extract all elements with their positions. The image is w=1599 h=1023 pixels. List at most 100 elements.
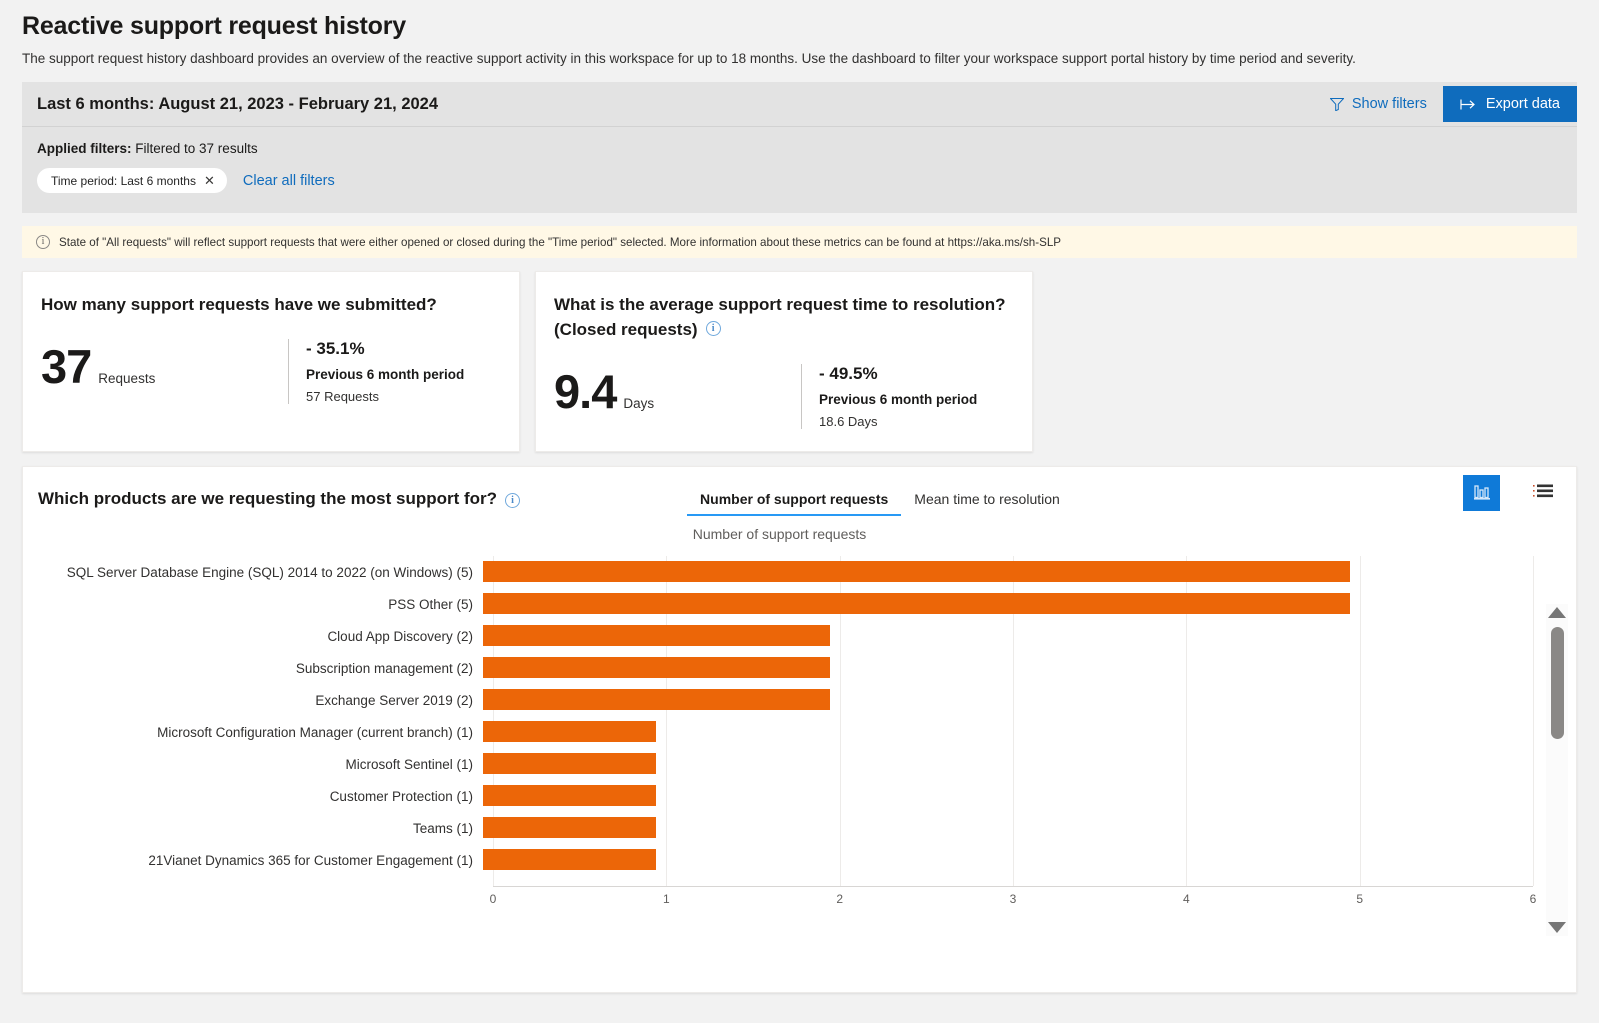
table-view-button[interactable] <box>1524 475 1561 511</box>
bar-chart-icon <box>1472 482 1492 504</box>
info-icon[interactable]: i <box>505 493 521 508</box>
chart-bar-track <box>483 588 1523 620</box>
filter-panel: Last 6 months: August 21, 2023 - Februar… <box>22 82 1577 213</box>
kpi-previous-label: Previous 6 month period <box>306 367 465 382</box>
kpi-unit: Days <box>623 396 655 411</box>
scroll-down-arrow-icon[interactable] <box>1548 922 1566 933</box>
chart-bar-track <box>483 716 1523 748</box>
chart-bar-label: Cloud App Discovery (2) <box>327 628 473 644</box>
chart-x-tick-label: 4 <box>1182 892 1190 906</box>
clear-all-filters-link[interactable]: Clear all filters <box>243 173 335 189</box>
kpi-card-row: How many support requests have we submit… <box>22 271 1577 452</box>
chart-bar[interactable] <box>483 593 1350 614</box>
kpi-question: What is the average support request time… <box>554 292 1014 342</box>
chart-tabs: Number of support requests Mean time to … <box>687 489 1073 516</box>
kpi-question: How many support requests have we submit… <box>41 292 501 317</box>
chart-bar[interactable] <box>483 721 657 742</box>
chart-bar-track <box>483 684 1523 716</box>
chart-bar-track <box>483 556 1523 588</box>
list-view-icon <box>1532 483 1554 504</box>
filter-chip-time-period[interactable]: Time period: Last 6 months ✕ <box>37 168 227 193</box>
chart-bar-label: Teams (1) <box>412 820 473 836</box>
chart-bar-row[interactable]: Exchange Server 2019 (2) <box>23 684 1576 716</box>
chart-bar[interactable] <box>483 625 830 646</box>
chart-plot: SQL Server Database Engine (SQL) 2014 to… <box>23 556 1576 906</box>
kpi-unit: Requests <box>98 371 156 386</box>
scroll-up-arrow-icon[interactable] <box>1548 607 1566 618</box>
dashboard-page: Reactive support request history The sup… <box>0 0 1599 1023</box>
chart-bar-row[interactable]: Microsoft Sentinel (1) <box>23 748 1576 780</box>
chart-x-axis: 0 1 2 3 4 5 6 <box>489 892 1537 912</box>
chart-bar-row[interactable]: Customer Protection (1) <box>23 780 1576 812</box>
chart-bar-track <box>483 812 1523 844</box>
chart-bar-row[interactable]: PSS Other (5) <box>23 588 1576 620</box>
filter-panel-body: Applied filters: Filtered to 37 results … <box>22 127 1577 213</box>
chart-x-tick-label: 3 <box>1009 892 1017 906</box>
chart-bar[interactable] <box>483 849 657 870</box>
kpi-previous-label: Previous 6 month period <box>819 392 978 407</box>
kpi-main-value-group: 9.4 Days <box>554 364 801 419</box>
export-icon <box>1460 99 1477 110</box>
chart-bar-row[interactable]: Microsoft Configuration Manager (current… <box>23 716 1576 748</box>
chart-bar-row[interactable]: 21Vianet Dynamics 365 for Customer Engag… <box>23 844 1576 876</box>
chart-bar-label: SQL Server Database Engine (SQL) 2014 to… <box>66 564 473 580</box>
kpi-card-requests-submitted: How many support requests have we submit… <box>22 271 520 452</box>
chart-area: Number of support requests SQL Server Da… <box>23 526 1576 946</box>
chart-bar[interactable] <box>483 753 657 774</box>
chart-x-tick-label: 6 <box>1529 892 1537 906</box>
kpi-value: 37 <box>41 340 92 393</box>
chart-bar-track <box>483 748 1523 780</box>
chart-card-header: Which products are we requesting the mos… <box>23 467 1576 516</box>
chart-x-tick-label: 0 <box>489 892 497 906</box>
chart-axis-line <box>493 886 1533 887</box>
info-icon: i <box>36 235 50 249</box>
chart-bar-track <box>483 652 1523 684</box>
kpi-question-suffix: (Closed requests) <box>554 320 698 339</box>
filter-chips-row: Time period: Last 6 months ✕ Clear all f… <box>37 168 1562 193</box>
kpi-question-text: How many support requests have we submit… <box>41 295 437 314</box>
filter-panel-header: Last 6 months: August 21, 2023 - Februar… <box>22 82 1577 127</box>
close-icon[interactable]: ✕ <box>204 174 215 187</box>
chart-scrollbar[interactable] <box>1546 604 1568 936</box>
chart-x-tick-label: 2 <box>836 892 843 906</box>
page-description: The support request history dashboard pr… <box>22 51 1356 66</box>
applied-filters-label: Applied filters: <box>37 141 132 156</box>
chart-bar-label: Exchange Server 2019 (2) <box>315 692 473 708</box>
filter-actions: Show filters Export data <box>1314 82 1577 127</box>
chart-bar[interactable] <box>483 785 657 806</box>
scrollbar-thumb[interactable] <box>1550 627 1564 739</box>
kpi-comparison: - 35.1% Previous 6 month period 57 Reque… <box>288 339 464 404</box>
chart-bar-track <box>483 620 1523 652</box>
info-banner: i State of "All requests" will reflect s… <box>22 226 1577 258</box>
chart-bar[interactable] <box>483 657 830 678</box>
show-filters-button[interactable]: Show filters <box>1314 82 1443 127</box>
chart-bar[interactable] <box>483 817 657 838</box>
chart-bar-label: Microsoft Configuration Manager (current… <box>157 724 473 740</box>
page-title: Reactive support request history <box>22 12 406 40</box>
tab-number-of-support-requests[interactable]: Number of support requests <box>687 491 902 516</box>
chart-bar-row[interactable]: SQL Server Database Engine (SQL) 2014 to… <box>23 556 1576 588</box>
chart-bar-row[interactable]: Cloud App Discovery (2) <box>23 620 1576 652</box>
export-data-button[interactable]: Export data <box>1442 86 1577 122</box>
kpi-delta: - 49.5% <box>819 364 878 383</box>
info-icon[interactable]: i <box>705 321 721 336</box>
view-toggle-group <box>1463 475 1561 511</box>
kpi-body: 37 Requests - 35.1% Previous 6 month per… <box>41 339 501 404</box>
chart-bar[interactable] <box>483 689 830 710</box>
chart-bar-label: Microsoft Sentinel (1) <box>345 756 473 772</box>
chart-bar-label: 21Vianet Dynamics 365 for Customer Engag… <box>148 852 473 868</box>
chart-question: Which products are we requesting the mos… <box>38 489 521 509</box>
date-range-label: Last 6 months: August 21, 2023 - Februar… <box>37 94 439 113</box>
chart-bar-row[interactable]: Subscription management (2) <box>23 652 1576 684</box>
kpi-card-time-to-resolution: What is the average support request time… <box>535 271 1033 452</box>
export-data-label: Export data <box>1485 96 1560 112</box>
chart-bar[interactable] <box>483 561 1350 582</box>
chart-view-button[interactable] <box>1463 475 1500 511</box>
chart-bar-row[interactable]: Teams (1) <box>23 812 1576 844</box>
applied-filters-value: Filtered to 37 results <box>131 141 258 156</box>
funnel-icon <box>1329 97 1344 111</box>
kpi-previous-value: 18.6 Days <box>819 414 878 429</box>
tab-mean-time-to-resolution[interactable]: Mean time to resolution <box>901 491 1073 516</box>
filter-chip-label: Time period: Last 6 months <box>51 173 196 188</box>
chart-bar-label: Subscription management (2) <box>295 660 473 676</box>
